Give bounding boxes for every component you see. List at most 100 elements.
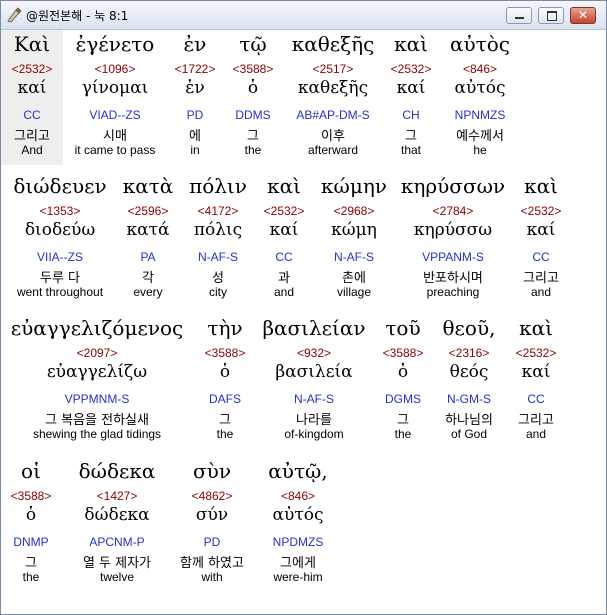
strong-number[interactable]: <2097> <box>1 346 193 360</box>
parsing-code: PA <box>140 250 156 264</box>
english-gloss: and <box>525 427 547 441</box>
english-gloss: went throughout <box>16 285 104 299</box>
greek-word: τῷ <box>239 32 267 56</box>
english-gloss: every <box>133 285 163 299</box>
lemma: σύν <box>195 505 229 525</box>
english-gloss: of-kingdom <box>284 427 344 441</box>
strong-number[interactable]: <4862> <box>167 489 257 503</box>
maximize-button[interactable] <box>538 7 564 24</box>
word-cell[interactable]: καὶ <2532> καί CC 과 and <box>254 172 314 307</box>
lemma: αὐτός <box>272 505 324 525</box>
word-cell[interactable]: σὺν <4862> σύν PD 함께 하였고 with <box>167 457 257 592</box>
word-cell[interactable]: καὶ <2532> καί CH 그 that <box>381 30 441 165</box>
lemma: καί <box>396 78 426 98</box>
parsing-code: DAFS <box>208 392 241 406</box>
greek-word: καὶ <box>519 316 553 340</box>
strong-number[interactable]: <3588> <box>192 346 258 360</box>
strong-number[interactable]: <2784> <box>393 204 513 218</box>
word-cell[interactable]: κατὰ <2596> κατά PA 각 every <box>113 172 183 307</box>
strong-number[interactable]: <2517> <box>283 62 383 76</box>
strong-number[interactable]: <2596> <box>113 204 183 218</box>
strong-number[interactable]: <2968> <box>309 204 399 218</box>
word-cell[interactable]: αὐτῷ, <846> αὐτός NPDMZS 그에게 were-him <box>253 457 343 592</box>
strong-number[interactable]: <846> <box>435 62 525 76</box>
interlinear-window: @원전본해 - 눅 8:1 ✕ Καὶ <2532> καί CC 그리고 An… <box>0 0 607 615</box>
word-cell[interactable]: καθεξῆς <2517> καθεξῆς AB#AP-DM-S 이후 aft… <box>283 30 383 165</box>
korean-gloss: 그 <box>397 413 409 428</box>
english-gloss: that <box>400 143 421 157</box>
korean-gloss: 그 <box>247 129 259 144</box>
word-cell[interactable]: καὶ <2532> καί CC 그리고 and <box>506 314 566 449</box>
lemma: κατά <box>126 220 170 240</box>
english-gloss: twelve <box>99 570 134 584</box>
greek-word: καὶ <box>267 174 301 198</box>
strong-number[interactable]: <3588> <box>373 346 433 360</box>
strong-number[interactable]: <2316> <box>433 346 505 360</box>
minimize-button[interactable] <box>506 7 532 24</box>
word-cell[interactable]: αὐτὸς <846> αὐτός NPNMZS 예수께서 he <box>435 30 525 165</box>
korean-gloss: 반포하시며 <box>423 271 483 286</box>
word-cell[interactable]: βασιλείαν <932> βασιλεία N-AF-S 나라를 of-k… <box>256 314 372 449</box>
greek-word: κώμην <box>321 174 387 198</box>
strong-number[interactable]: <2532> <box>1 62 63 76</box>
parsing-code: N-AF-S <box>334 250 374 264</box>
parsing-code: N-GM-S <box>447 392 491 406</box>
strong-number[interactable]: <932> <box>256 346 372 360</box>
lemma: καί <box>521 362 551 382</box>
greek-word: καὶ <box>394 32 428 56</box>
word-cell[interactable]: τὴν <3588> ὁ DAFS 그 the <box>192 314 258 449</box>
word-cell[interactable]: κώμην <2968> κώμη N-AF-S 촌에 village <box>309 172 399 307</box>
english-gloss: city <box>209 285 227 299</box>
strong-number[interactable]: <2532> <box>511 204 571 218</box>
word-cell[interactable]: Καὶ <2532> καί CC 그리고 And <box>1 30 63 165</box>
strong-number[interactable]: <3588> <box>7 489 55 503</box>
word-cell[interactable]: διώδευεν <1353> διοδεύω VIIA--ZS 두루 다 we… <box>1 172 119 307</box>
word-cell[interactable]: κηρύσσων <2784> κηρύσσω VPPANM-S 반포하시며 p… <box>393 172 513 307</box>
strong-number[interactable]: <3588> <box>223 62 283 76</box>
greek-word: οἱ <box>21 459 41 483</box>
word-cell[interactable]: ἐν <1722> ἐν PD 에 in <box>165 30 225 165</box>
strong-number[interactable]: <1427> <box>69 489 165 503</box>
close-button[interactable]: ✕ <box>570 7 596 24</box>
strong-number[interactable]: <4172> <box>183 204 253 218</box>
korean-gloss: 그 <box>219 413 231 428</box>
word-cell[interactable]: ἐγένετο <1096> γίνομαι VIAD--ZS 시매 it ca… <box>60 30 170 165</box>
greek-word: κηρύσσων <box>400 174 506 198</box>
english-gloss: and <box>273 285 295 299</box>
word-cell[interactable]: τοῦ <3588> ὁ DGMS 그 the <box>373 314 433 449</box>
korean-gloss: 그리고 <box>518 413 554 428</box>
word-cell[interactable]: τῷ <3588> ὁ DDMS 그 the <box>223 30 283 165</box>
lemma: καί <box>269 220 299 240</box>
parsing-code: NPDMZS <box>272 535 324 549</box>
english-gloss: the <box>22 570 40 584</box>
word-cell[interactable]: θεοῦ, <2316> θεός N-GM-S 하나님의 of God <box>433 314 505 449</box>
parsing-code: PD <box>203 535 221 549</box>
strong-number[interactable]: <846> <box>253 489 343 503</box>
greek-word: ἐν <box>183 32 207 56</box>
word-cell[interactable]: πόλιν <4172> πόλις N-AF-S 성 city <box>183 172 253 307</box>
korean-gloss: 그리고 <box>14 129 50 144</box>
word-cell[interactable]: εὐαγγελιζόμενος <2097> εὐαγγελίζω VPPMNM… <box>1 314 193 449</box>
close-icon: ✕ <box>577 8 589 22</box>
greek-word: αὐτῷ, <box>268 459 328 483</box>
strong-number[interactable]: <2532> <box>254 204 314 218</box>
strong-number[interactable]: <1722> <box>165 62 225 76</box>
greek-word: εὐαγγελιζόμενος <box>10 316 184 340</box>
strong-number[interactable]: <2532> <box>506 346 566 360</box>
greek-word: τοῦ <box>385 316 421 340</box>
word-cell[interactable]: οἱ <3588> ὁ DNMP 그 the <box>7 457 55 592</box>
word-cell[interactable]: δώδεκα <1427> δώδεκα APCNM-P 열 두 제자가 twe… <box>69 457 165 592</box>
title-bar[interactable]: @원전본해 - 눅 8:1 ✕ <box>1 1 606 30</box>
strong-number[interactable]: <1353> <box>1 204 119 218</box>
strong-number[interactable]: <1096> <box>60 62 170 76</box>
korean-gloss: 시매 <box>103 129 127 144</box>
strong-number[interactable]: <2532> <box>381 62 441 76</box>
korean-gloss: 그에게 <box>280 556 316 571</box>
english-gloss: he <box>473 143 487 157</box>
lemma: πόλις <box>193 220 243 240</box>
korean-gloss: 열 두 제자가 <box>82 556 152 571</box>
lemma: ὁ <box>25 505 37 525</box>
greek-word: αὐτὸς <box>450 32 510 56</box>
word-cell[interactable]: καὶ <2532> καί CC 그리고 and <box>511 172 571 307</box>
lemma: διοδεύω <box>24 220 96 240</box>
